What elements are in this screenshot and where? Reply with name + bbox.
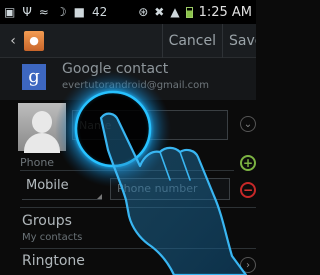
groups-value: My contacts <box>22 232 83 243</box>
signal-icon: ▲ <box>170 5 180 19</box>
name-field[interactable]: Name <box>72 110 228 140</box>
bluetooth-icon: ⊛ <box>138 5 149 19</box>
groups-title[interactable]: Groups <box>22 213 72 229</box>
mute-icon: ✖ <box>154 5 165 19</box>
media-icon: ▣ <box>4 5 16 19</box>
battery-percent: 42 <box>91 5 108 19</box>
moon-icon: ☽ <box>55 5 67 19</box>
ringtone-title[interactable]: Ringtone <box>22 253 85 269</box>
account-email: evertutorandroid@gmail.com <box>62 80 210 91</box>
phone-number-field[interactable]: Phone number <box>110 178 230 200</box>
cancel-button[interactable]: Cancel <box>161 23 222 58</box>
clock: 1:25 AM <box>198 4 252 20</box>
add-phone-button[interactable]: + <box>240 155 256 171</box>
usb-icon: Ψ <box>22 5 32 19</box>
contact-photo[interactable] <box>18 103 66 153</box>
ringtone-chevron-icon[interactable]: › <box>240 257 256 273</box>
save-button[interactable]: Save <box>222 23 256 58</box>
phone-type-spinner[interactable]: Mobile <box>22 178 102 200</box>
divider <box>20 207 256 208</box>
wifi-icon: ≈ <box>38 5 49 19</box>
divider <box>20 170 234 171</box>
phone-section-label: Phone <box>20 156 55 169</box>
google-logo-icon: g <box>22 64 46 90</box>
screenshot-icon: ■ <box>73 5 85 19</box>
contact-app-icon[interactable]: ● <box>24 30 44 51</box>
divider <box>20 248 256 249</box>
remove-phone-button[interactable]: − <box>240 182 256 198</box>
battery-icon <box>185 6 193 18</box>
status-bar: ▣ Ψ ≈ ☽ ■ 42 ⊛ ✖ ▲ 1:25 AM <box>0 0 256 24</box>
account-row[interactable]: g Google contact evertutorandroid@gmail.… <box>0 58 256 100</box>
account-type: Google contact <box>62 61 169 77</box>
back-icon[interactable]: ‹ <box>6 33 20 49</box>
action-bar: ‹ ● Cancel Save <box>0 23 256 58</box>
expand-name-icon[interactable]: ⌄ <box>240 116 256 132</box>
